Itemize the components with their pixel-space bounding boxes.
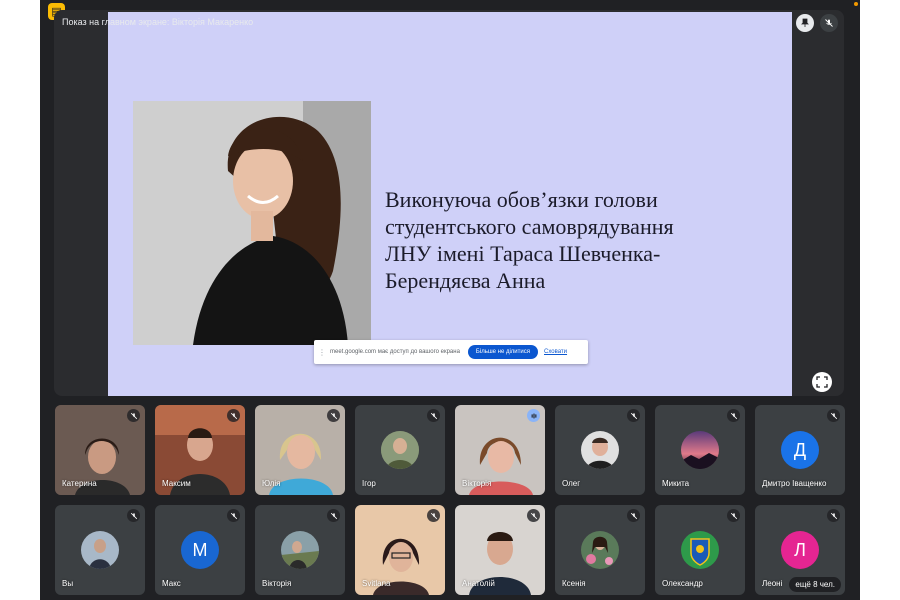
mic-off-icon (527, 509, 540, 522)
participant-tile[interactable]: Л Леоні ещё 8 чел. (755, 505, 845, 595)
fullscreen-icon (816, 376, 828, 388)
avatar (281, 531, 319, 569)
mic-off-icon (727, 409, 740, 422)
share-message: meet.google.com має доступ до вашого екр… (330, 349, 460, 355)
avatar (381, 431, 419, 469)
mic-off-icon (227, 509, 240, 522)
participant-tile[interactable]: Анатолій (455, 505, 545, 595)
pin-icon (801, 18, 809, 27)
presenter-mic-muted (820, 14, 838, 32)
hide-bar-link[interactable]: Сховати (544, 349, 567, 355)
screen-share-notification-bar: ⋮ meet.google.com має доступ до вашого е… (314, 340, 588, 364)
avatar-letter: Д (781, 431, 819, 469)
mic-off-icon (427, 409, 440, 422)
participant-name: Ігор (362, 479, 376, 488)
meet-window: ▤ Виконуюча обов’язки голови студентсько… (40, 0, 860, 600)
participant-name: Ксенія (562, 579, 586, 588)
avatar-letter: М (181, 531, 219, 569)
speaking-indicator-icon (527, 409, 540, 422)
participant-name: Микита (662, 479, 690, 488)
avatar (581, 531, 619, 569)
participant-name: Катерина (62, 479, 97, 488)
mic-off-icon (227, 409, 240, 422)
participant-tile[interactable]: Ксенія (555, 505, 645, 595)
participant-tile[interactable]: Ігор (355, 405, 445, 495)
participant-name: Олександр (662, 579, 703, 588)
recording-indicator (854, 2, 858, 6)
participant-tile[interactable]: Вікторія (255, 505, 345, 595)
participant-tile[interactable]: Вы (55, 505, 145, 595)
participant-tile[interactable]: Олег (555, 405, 645, 495)
participant-name: Максим (162, 479, 191, 488)
participant-name: Леоні (762, 579, 783, 588)
participant-tile[interactable]: Максим (155, 405, 245, 495)
presented-slide: Виконуюча обов’язки голови студентського… (108, 12, 792, 396)
slide-portrait-photo (133, 101, 371, 345)
participant-name: Юлія (262, 479, 281, 488)
participant-name: Анатолій (462, 579, 495, 588)
mic-off-icon (827, 509, 840, 522)
mic-off-icon (127, 409, 140, 422)
participant-name: Вікторія (262, 579, 292, 588)
participant-name: Макс (162, 579, 181, 588)
mic-off-icon (127, 509, 140, 522)
participant-tile[interactable]: Катерина (55, 405, 145, 495)
mic-off-icon (627, 509, 640, 522)
pin-button[interactable] (796, 14, 814, 32)
avatar (81, 531, 119, 569)
participant-name: Вікторія (462, 479, 492, 488)
avatar (681, 531, 719, 569)
mic-off-icon (825, 19, 833, 27)
participant-name: Олег (562, 479, 581, 488)
more-participants-pill[interactable]: ещё 8 чел. (789, 577, 841, 592)
mic-off-icon (327, 509, 340, 522)
participant-tile[interactable]: Д Дмитро Іващенко (755, 405, 845, 495)
mic-off-icon (627, 409, 640, 422)
participant-tile[interactable]: Svitlana (355, 505, 445, 595)
participant-tile[interactable]: Юлія (255, 405, 345, 495)
participant-tile[interactable]: М Макс (155, 505, 245, 595)
fullscreen-button[interactable] (812, 372, 832, 392)
participant-name: Svitlana (362, 579, 391, 588)
participant-tile[interactable]: Вікторія (455, 405, 545, 495)
slide-title-text: Виконуюча обов’язки голови студентського… (385, 186, 785, 294)
drag-handle-icon[interactable]: ⋮ (318, 348, 326, 357)
avatar (681, 431, 719, 469)
presenter-label: Показ на главном экране: Вікторія Макаре… (62, 17, 254, 27)
mic-off-icon (427, 509, 440, 522)
slide-line: студентського самоврядування (385, 214, 674, 239)
participant-name: Вы (62, 579, 74, 588)
presentation-stage: Виконуюча обов’язки голови студентського… (54, 10, 844, 396)
portrait-image (133, 101, 371, 345)
stop-sharing-button[interactable]: Більше не ділитися (467, 345, 538, 359)
mic-off-icon (727, 509, 740, 522)
avatar (581, 431, 619, 469)
participant-tile[interactable]: Микита (655, 405, 745, 495)
participant-name: Дмитро Іващенко (762, 479, 827, 488)
mic-off-icon (327, 409, 340, 422)
slide-line: ЛНУ імені Тараса Шевченка- (385, 241, 661, 266)
slide-line: Виконуюча обов’язки голови (385, 187, 658, 212)
slide-line: Берендяєва Анна (385, 268, 546, 293)
avatar-letter: Л (781, 531, 819, 569)
participant-tile[interactable]: Олександр (655, 505, 745, 595)
mic-off-icon (827, 409, 840, 422)
